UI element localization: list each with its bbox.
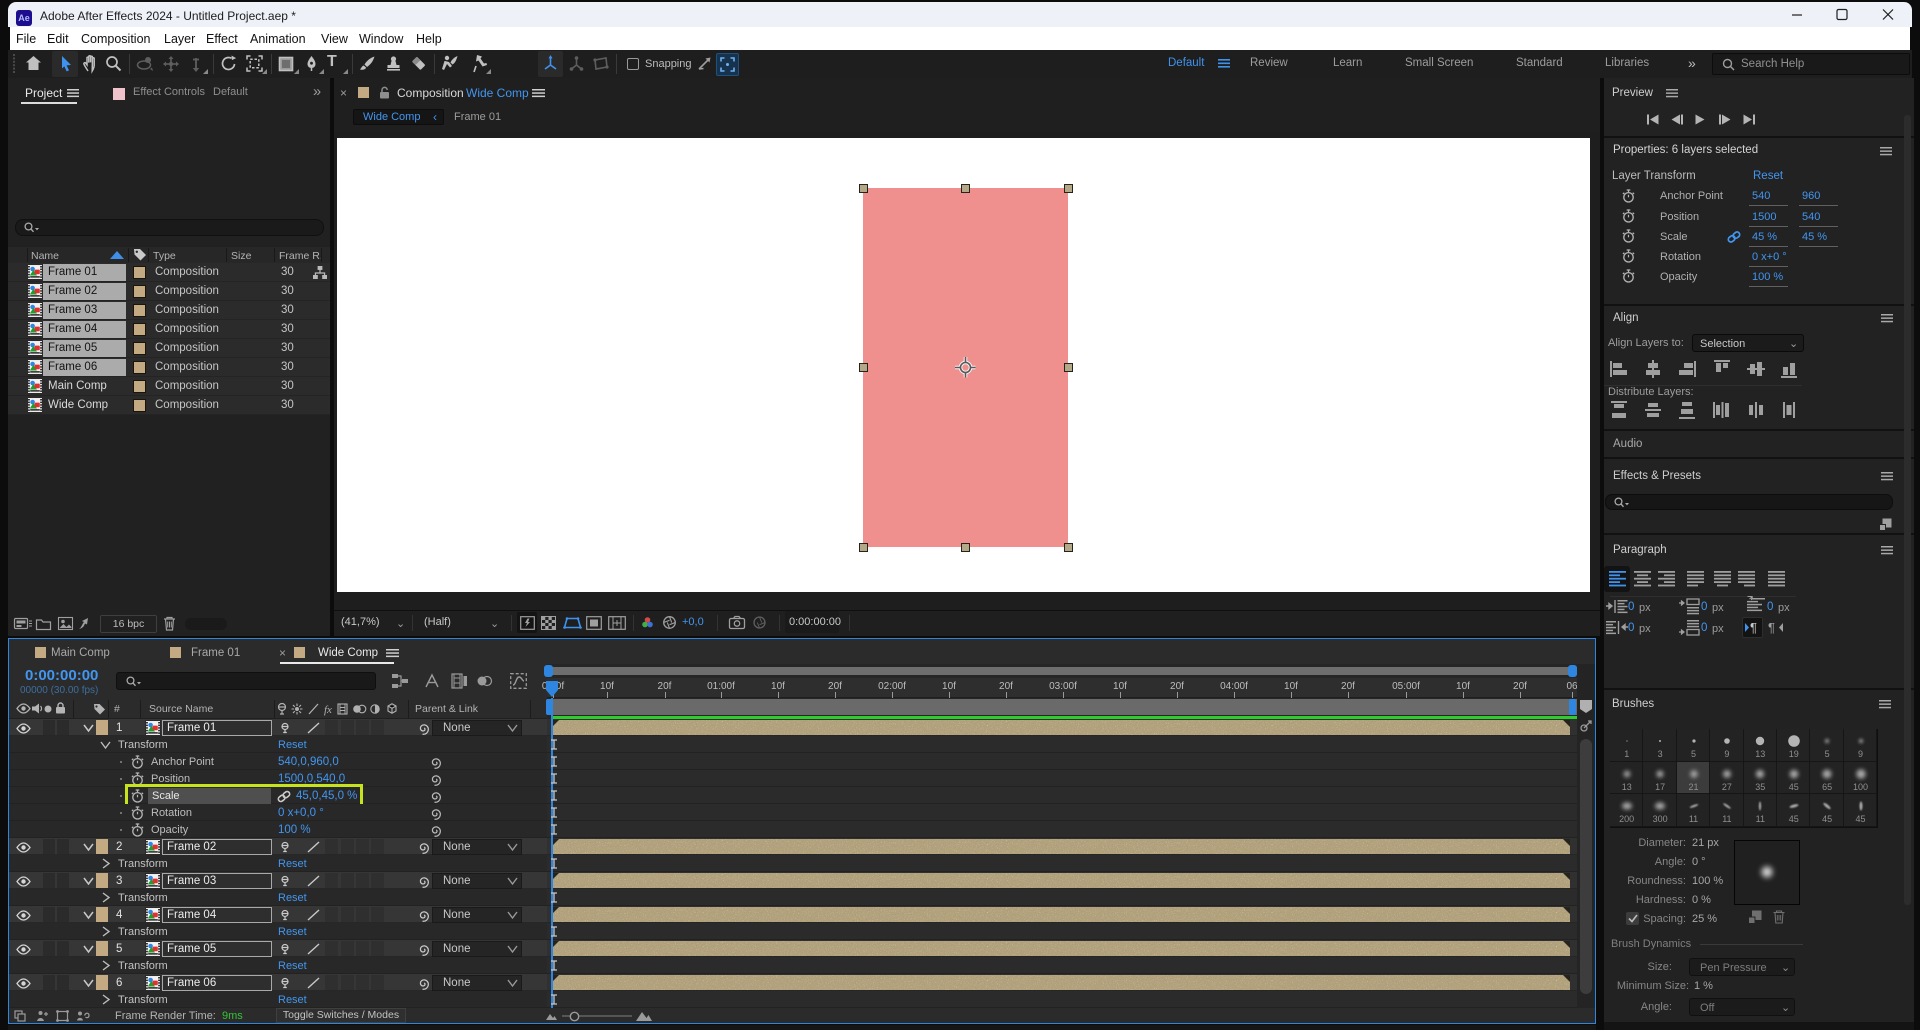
svg-text:¶: ¶ bbox=[1768, 620, 1775, 635]
svg-text:fx: fx bbox=[324, 704, 332, 716]
svg-text:¶: ¶ bbox=[1750, 620, 1757, 635]
